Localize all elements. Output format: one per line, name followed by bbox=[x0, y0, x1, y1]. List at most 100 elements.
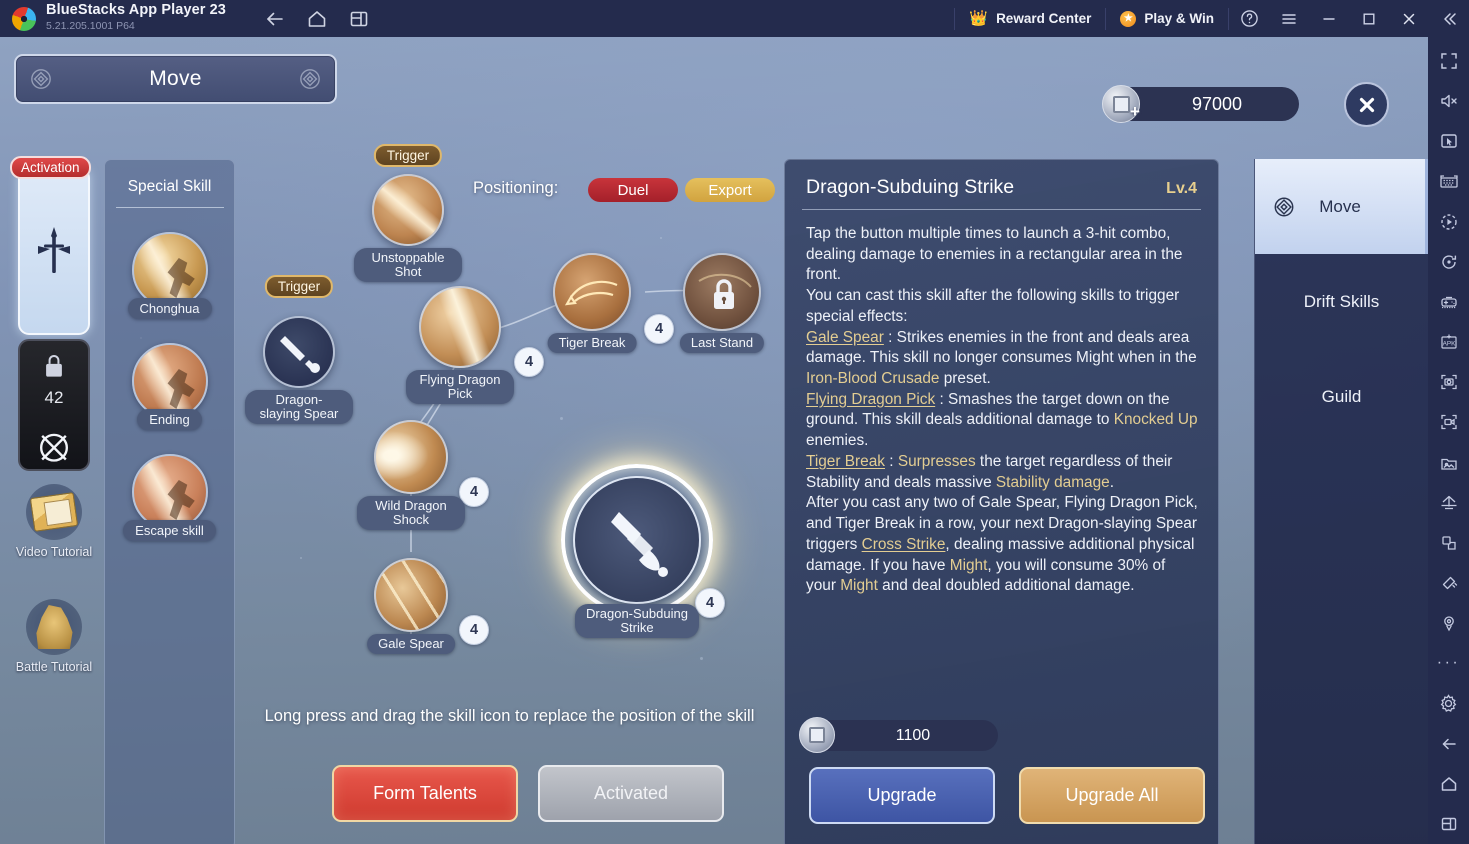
activation-slot-locked[interactable]: 42 bbox=[18, 339, 90, 471]
video-tutorial-thumb bbox=[26, 484, 82, 540]
keyword-cross-strike: Cross Strike bbox=[861, 535, 946, 553]
play-and-win-label: Play & Win bbox=[1144, 11, 1214, 26]
fullscreen-icon[interactable] bbox=[1428, 41, 1469, 81]
flying-dragon-pick-level-badge: 4 bbox=[514, 347, 544, 377]
macro-play-icon[interactable] bbox=[1428, 202, 1469, 242]
play-and-win-button[interactable]: ★ Play & Win bbox=[1106, 0, 1228, 37]
tiger-break-label: Tiger Break bbox=[547, 333, 637, 354]
keyboard-icon[interactable] bbox=[1428, 161, 1469, 201]
pointer-icon[interactable] bbox=[1428, 121, 1469, 161]
currency-coin-icon bbox=[799, 717, 835, 753]
tab-drift-skills[interactable]: Drift Skills bbox=[1255, 254, 1428, 349]
upgrade-cost-row: 1100 bbox=[799, 717, 998, 753]
effect-text: and deal doubled additional damage. bbox=[877, 577, 1135, 595]
chonghua-label: Chonghua bbox=[127, 298, 212, 319]
settings-icon[interactable] bbox=[1428, 684, 1469, 724]
lock-icon bbox=[714, 279, 734, 309]
add-currency-icon[interactable]: + bbox=[1130, 103, 1140, 120]
multi-instance-sync-icon[interactable] bbox=[1428, 523, 1469, 563]
unstoppable-shot-label: Unstoppable Shot bbox=[354, 248, 462, 283]
form-talents-button[interactable]: Form Talents bbox=[332, 765, 518, 822]
video-tutorial-button[interactable]: Video Tutorial bbox=[12, 484, 96, 559]
special-skill-chonghua[interactable]: Chonghua bbox=[105, 232, 234, 319]
titlebar-right-group: 👑 Reward Center ★ Play & Win bbox=[954, 0, 1469, 37]
back-icon[interactable] bbox=[1428, 724, 1469, 764]
skill-detail-description: Tap the button multiple times to launch … bbox=[785, 210, 1218, 597]
escape-skill-icon bbox=[131, 454, 208, 530]
tab-guild-label: Guild bbox=[1321, 386, 1362, 406]
flying-dragon-pick-icon bbox=[419, 286, 501, 368]
description-paragraph-2: You can cast this skill after the follow… bbox=[806, 287, 1180, 325]
activated-button[interactable]: Activated bbox=[538, 765, 724, 822]
tab-move[interactable]: Move bbox=[1255, 159, 1428, 254]
close-panel-button[interactable] bbox=[1344, 82, 1389, 127]
app-version: 5.21.205.1001 P64 bbox=[46, 20, 135, 33]
battle-tutorial-button[interactable]: Battle Tutorial bbox=[12, 599, 96, 674]
skill-detail-panel: Dragon-Subduing Strike Lv.4 Tap the butt… bbox=[784, 159, 1219, 844]
minimize-button[interactable] bbox=[1309, 0, 1349, 37]
game-viewport: Move + 97000 Activation 42 Video Tutoria… bbox=[0, 37, 1428, 844]
effect-flying-dragon-pick: Flying Dragon Pick : Smashes the target … bbox=[806, 390, 1198, 452]
home-icon[interactable] bbox=[1428, 764, 1469, 804]
back-icon[interactable] bbox=[264, 8, 286, 30]
upgrade-button[interactable]: Upgrade bbox=[809, 767, 995, 824]
tag-export-button[interactable]: Export bbox=[685, 178, 775, 202]
skill-detail-level: Lv.4 bbox=[1166, 180, 1197, 197]
keyword-iron-blood-crusade: Iron-Blood Crusade bbox=[806, 370, 940, 388]
star-badge-icon: ★ bbox=[1120, 10, 1137, 27]
upgrade-all-button[interactable]: Upgrade All bbox=[1019, 767, 1205, 824]
location-icon[interactable] bbox=[1428, 603, 1469, 643]
diamond-icon bbox=[1274, 197, 1294, 216]
special-skill-ending[interactable]: Ending bbox=[105, 343, 234, 430]
currency-display[interactable]: + 97000 bbox=[1102, 85, 1299, 123]
media-manager-icon[interactable] bbox=[1428, 443, 1469, 483]
effect-tiger-break: Tiger Break : Surpresses the target rega… bbox=[806, 452, 1198, 493]
close-icon bbox=[1359, 97, 1374, 112]
keyword-tiger-break: Tiger Break bbox=[806, 452, 885, 470]
maximize-button[interactable] bbox=[1349, 0, 1389, 37]
gamepad-icon[interactable] bbox=[1428, 282, 1469, 322]
keyword-surpresses: Surpresses bbox=[897, 452, 976, 470]
tab-drift-skills-label: Drift Skills bbox=[1303, 291, 1380, 311]
last-stand-label: Last Stand bbox=[679, 333, 765, 354]
divider bbox=[115, 207, 224, 208]
collapse-toolbar-icon[interactable] bbox=[1429, 0, 1469, 37]
shake-icon[interactable] bbox=[1428, 563, 1469, 603]
skill-tree: Trigger Unstoppable Shot Trigger Dragon-… bbox=[235, 132, 780, 692]
trigger-tag-dragon-slaying-spear: Trigger bbox=[264, 275, 334, 298]
help-icon[interactable] bbox=[1229, 0, 1269, 37]
dragon-slaying-spear-icon bbox=[263, 316, 335, 388]
effect-text: . bbox=[1109, 473, 1114, 491]
crown-icon: 👑 bbox=[969, 10, 989, 27]
more-icon[interactable]: ··· bbox=[1428, 643, 1469, 683]
effect-text: preset. bbox=[939, 370, 991, 388]
lock-icon bbox=[46, 354, 62, 377]
close-button[interactable] bbox=[1389, 0, 1429, 37]
activation-slot-open[interactable] bbox=[18, 167, 90, 335]
effect-text: : bbox=[884, 452, 898, 470]
menu-icon[interactable] bbox=[1269, 0, 1309, 37]
bluestacks-titlebar: BlueStacks App Player 23 5.21.205.1001 P… bbox=[0, 0, 1469, 37]
recents-icon[interactable] bbox=[1428, 804, 1469, 844]
record-icon[interactable] bbox=[1428, 402, 1469, 442]
keyword-flying-dragon-pick: Flying Dragon Pick bbox=[806, 390, 936, 408]
tab-guild[interactable]: Guild bbox=[1255, 349, 1428, 444]
tag-duel-button[interactable]: Duel bbox=[588, 178, 678, 202]
home-icon[interactable] bbox=[306, 8, 328, 30]
video-tutorial-label: Video Tutorial bbox=[15, 545, 93, 559]
gale-spear-level-badge: 4 bbox=[459, 615, 489, 645]
chonghua-icon bbox=[131, 232, 208, 308]
screenshot-icon[interactable] bbox=[1428, 362, 1469, 402]
page-title-bar: Move bbox=[14, 54, 337, 104]
reward-center-button[interactable]: 👑 Reward Center bbox=[955, 0, 1105, 37]
eco-mode-icon[interactable] bbox=[1428, 483, 1469, 523]
mute-icon[interactable] bbox=[1428, 81, 1469, 121]
battle-tutorial-thumb bbox=[26, 599, 82, 655]
special-skill-escape[interactable]: Escape skill bbox=[105, 454, 234, 541]
ending-icon bbox=[131, 343, 208, 419]
apk-install-icon[interactable]: APK bbox=[1428, 322, 1469, 362]
right-tab-menu: Move Drift Skills Guild bbox=[1254, 159, 1428, 844]
effect-text: enemies. bbox=[806, 432, 869, 450]
multi-instance-icon[interactable] bbox=[348, 8, 370, 30]
rotate-icon[interactable] bbox=[1428, 242, 1469, 282]
